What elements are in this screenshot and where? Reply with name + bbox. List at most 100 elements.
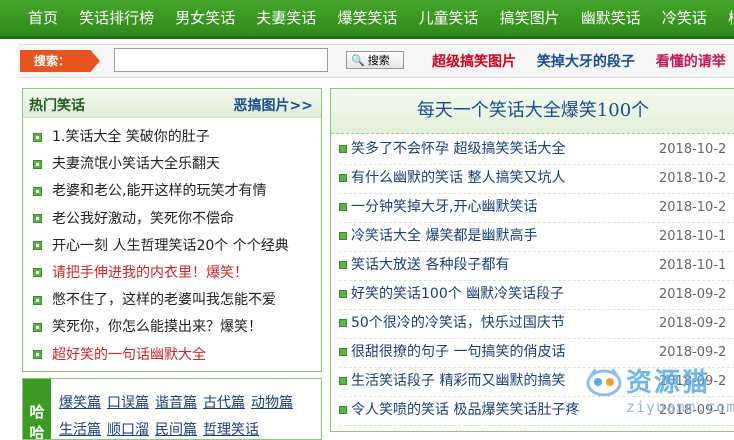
search-icon: 🔍 (351, 54, 365, 67)
hot-joke-link[interactable]: 请把手伸进我的内衣里！爆笑！ (52, 265, 248, 281)
daily-joke-item[interactable]: 冷笑话大全 爆笑都是幽默高手 2018-10-1 (339, 223, 734, 252)
hot-joke-item[interactable]: 开心一刻 人生哲理笑话20个 个个经典 (33, 233, 321, 260)
daily-jokes-panel: 每天一个笑话大全爆笑100个 笑多了不会怀孕 超级搞笑笑话大全 2018-10-2… (330, 88, 734, 432)
daily-joke-link[interactable]: 50个很冷的冷笑话，快乐过国庆节 (351, 315, 565, 331)
nav-item-cold-jokes[interactable]: 冷笑话 (654, 0, 715, 36)
category-link[interactable]: 哲理笑话 (203, 422, 259, 438)
nav-item-ranking[interactable]: 笑话排行榜 (71, 0, 162, 36)
hot-joke-link[interactable]: 老婆和老公,能开这样的玩笑才有情 (52, 183, 266, 199)
bullet-icon (33, 322, 42, 332)
daily-joke-link[interactable]: 好笑的笑话100个 幽默冷笑话段子 (351, 286, 564, 302)
daily-joke-link[interactable]: 有什么幽默的笑话 整人搞笑又坑人 (351, 170, 565, 186)
bullet-icon (339, 348, 347, 356)
daily-joke-item[interactable]: 令人笑喷的笑话 极品爆笑笑话肚子疼 2018-09-1 (339, 397, 734, 426)
nav-item-humor[interactable]: 幽默笑话 (573, 0, 649, 36)
daily-joke-link[interactable]: 100个笑死人不偿命的极品笑话 (351, 431, 546, 432)
category-link[interactable]: 口误篇 (107, 395, 149, 411)
daily-joke-item[interactable]: 有什么幽默的笑话 整人搞笑又坑人 2018-10-2 (339, 165, 734, 194)
bullet-icon (33, 214, 42, 224)
daily-joke-item[interactable]: 笑话大放送 各种段子都有 2018-10-1 (339, 252, 734, 281)
hot-joke-link[interactable]: 笑死你，你怎么能摸出来？爆笑！ (52, 319, 262, 335)
daily-joke-date: 2018-09-1 (659, 403, 727, 418)
nav-item-spouse[interactable]: 夫妻笑话 (248, 0, 324, 36)
daily-joke-link[interactable]: 令人笑喷的笑话 极品爆笑笑话肚子疼 (351, 402, 579, 418)
nav-item-hilarious[interactable]: 爆笑笑话 (329, 0, 405, 36)
hot-joke-item[interactable]: 老公我好激动，笑死你不偿命 (33, 206, 321, 233)
daily-jokes-list: 笑多了不会怀孕 超级搞笑笑话大全 2018-10-2 有什么幽默的笑话 整人搞笑又坑… (331, 134, 734, 432)
hot-joke-link[interactable]: 憋不住了，这样的老婆叫我怎能不爱 (52, 292, 276, 308)
funny-pics-more-link[interactable]: 恶搞图片>> (234, 95, 313, 115)
daily-joke-item[interactable]: 100个笑死人不偿命的极品笑话 2018-09-1 (339, 426, 734, 432)
hot-joke-item[interactable]: 夫妻流氓小笑话大全乐翻天 (33, 151, 321, 178)
daily-joke-link[interactable]: 生活笑话段子 精彩而又幽默的搞笑 (351, 373, 565, 389)
daily-joke-date: 2018-09-2 (659, 374, 727, 389)
hot-joke-item[interactable]: 请把手伸进我的内衣里！爆笑！ (33, 260, 321, 287)
category-link[interactable]: 生活篇 (59, 422, 101, 438)
daily-joke-link[interactable]: 一分钟笑掉大牙,开心幽默笑话 (351, 199, 537, 215)
category-link[interactable]: 动物篇 (251, 395, 293, 411)
search-tag: 搜索： (20, 50, 100, 72)
bullet-icon (339, 377, 347, 385)
category-link[interactable]: 民间篇 (155, 422, 197, 438)
hot-link-understand[interactable]: 看懂的请举 (656, 54, 726, 70)
daily-joke-link[interactable]: 笑多了不会怀孕 超级搞笑笑话大全 (351, 141, 565, 157)
search-button-label: 搜索 (367, 54, 390, 67)
daily-joke-item[interactable]: 50个很冷的冷笑话，快乐过国庆节 2018-09-2 (339, 310, 734, 339)
nav-item-couples[interactable]: 男女笑话 (167, 0, 243, 36)
daily-joke-item[interactable]: 一分钟笑掉大牙,开心幽默笑话 2018-10-2 (339, 194, 734, 223)
hot-links: 超级搞笑图片 笑掉大牙的段子 看懂的请举 (432, 51, 734, 71)
hot-joke-link[interactable]: 夫妻流氓小笑话大全乐翻天 (52, 156, 220, 172)
bullet-icon (339, 232, 347, 240)
search-input[interactable] (114, 48, 328, 72)
daily-joke-link[interactable]: 冷笑话大全 爆笑都是幽默高手 (351, 228, 537, 244)
daily-joke-item[interactable]: 笑多了不会怀孕 超级搞笑笑话大全 2018-10-2 (339, 136, 734, 165)
search-button[interactable]: 🔍 搜索 (346, 51, 404, 69)
hot-joke-link[interactable]: 开心一刻 人生哲理笑话20个 个个经典 (52, 238, 289, 254)
hot-jokes-title: 热门笑话 (29, 98, 85, 114)
bullet-icon (339, 406, 347, 414)
search-bar: 搜索： 🔍 搜索 超级搞笑图片 笑掉大牙的段子 看懂的请举 (18, 44, 734, 78)
category-link[interactable]: 谐音篇 (155, 395, 197, 411)
bullet-icon (33, 159, 42, 169)
bullet-icon (339, 290, 347, 298)
nav-item-home[interactable]: 首页 (0, 0, 66, 36)
hot-joke-item[interactable]: 笑死你，你怎么能摸出来？爆笑！ (33, 314, 321, 341)
daily-joke-date: 2018-09-2 (659, 287, 727, 302)
bullet-icon (339, 174, 347, 182)
daily-joke-item[interactable]: 好笑的笑话100个 幽默冷笑话段子 2018-09-2 (339, 281, 734, 310)
category-link[interactable]: 顺口溜 (107, 422, 149, 438)
category-row: 爆笑篇 口误篇 谐音篇 古代篇 动物篇 (59, 392, 299, 412)
bullet-icon (33, 268, 42, 278)
hot-link-funny-pics[interactable]: 超级搞笑图片 (432, 54, 516, 70)
daily-joke-date: 2018-10-2 (659, 171, 727, 186)
top-nav: 首页 笑话排行榜 男女笑话 夫妻笑话 爆笑笑话 儿童笑话 搞笑图片 幽默笑话 冷… (0, 0, 734, 39)
daily-joke-link[interactable]: 很甜很撩的句子 一句搞笑的俏皮话 (351, 344, 565, 360)
bullet-icon (33, 241, 42, 251)
nav-item-campus[interactable]: 校园 (720, 0, 734, 36)
category-panel: 哈哈 爆笑篇 口误篇 谐音篇 古代篇 动物篇 生活篇 顺口溜 民间篇 哲理笑话 (22, 378, 322, 440)
hot-joke-item[interactable]: 憋不住了，这样的老婆叫我怎能不爱 (33, 287, 321, 314)
hot-joke-item[interactable]: 老婆和老公,能开这样的玩笑才有情 (33, 178, 321, 205)
bullet-icon (33, 295, 42, 305)
hot-joke-item[interactable]: 1.笑话大全 笑破你的肚子 (33, 124, 321, 151)
nav-item-funny-pics[interactable]: 搞笑图片 (492, 0, 568, 36)
daily-joke-date: 2018-10-1 (659, 258, 727, 273)
nav-item-kids[interactable]: 儿童笑话 (411, 0, 487, 36)
daily-joke-link[interactable]: 笑话大放送 各种段子都有 (351, 257, 509, 273)
hot-joke-link[interactable]: 老公我好激动，笑死你不偿命 (52, 211, 234, 227)
hot-jokes-header: 热门笑话 恶搞图片>> (23, 89, 321, 118)
hot-joke-link[interactable]: 超好笑的一句话幽默大全 (52, 347, 206, 363)
bullet-icon (339, 261, 347, 269)
daily-joke-item[interactable]: 很甜很撩的句子 一句搞笑的俏皮话 2018-09-2 (339, 339, 734, 368)
daily-joke-date: 2018-10-2 (659, 142, 727, 157)
bullet-icon (33, 132, 42, 142)
daily-joke-item[interactable]: 生活笑话段子 精彩而又幽默的搞笑 2018-09-2 (339, 368, 734, 397)
hot-link-jokes[interactable]: 笑掉大牙的段子 (537, 54, 635, 70)
category-link[interactable]: 爆笑篇 (59, 395, 101, 411)
daily-joke-date: 2018-09-2 (659, 316, 727, 331)
bullet-icon (339, 203, 347, 211)
hot-joke-item[interactable]: 超好笑的一句话幽默大全 (33, 342, 321, 369)
hot-joke-link[interactable]: 1.笑话大全 笑破你的肚子 (52, 129, 210, 145)
daily-joke-date: 2018-10-2 (659, 200, 727, 215)
category-link[interactable]: 古代篇 (203, 395, 245, 411)
